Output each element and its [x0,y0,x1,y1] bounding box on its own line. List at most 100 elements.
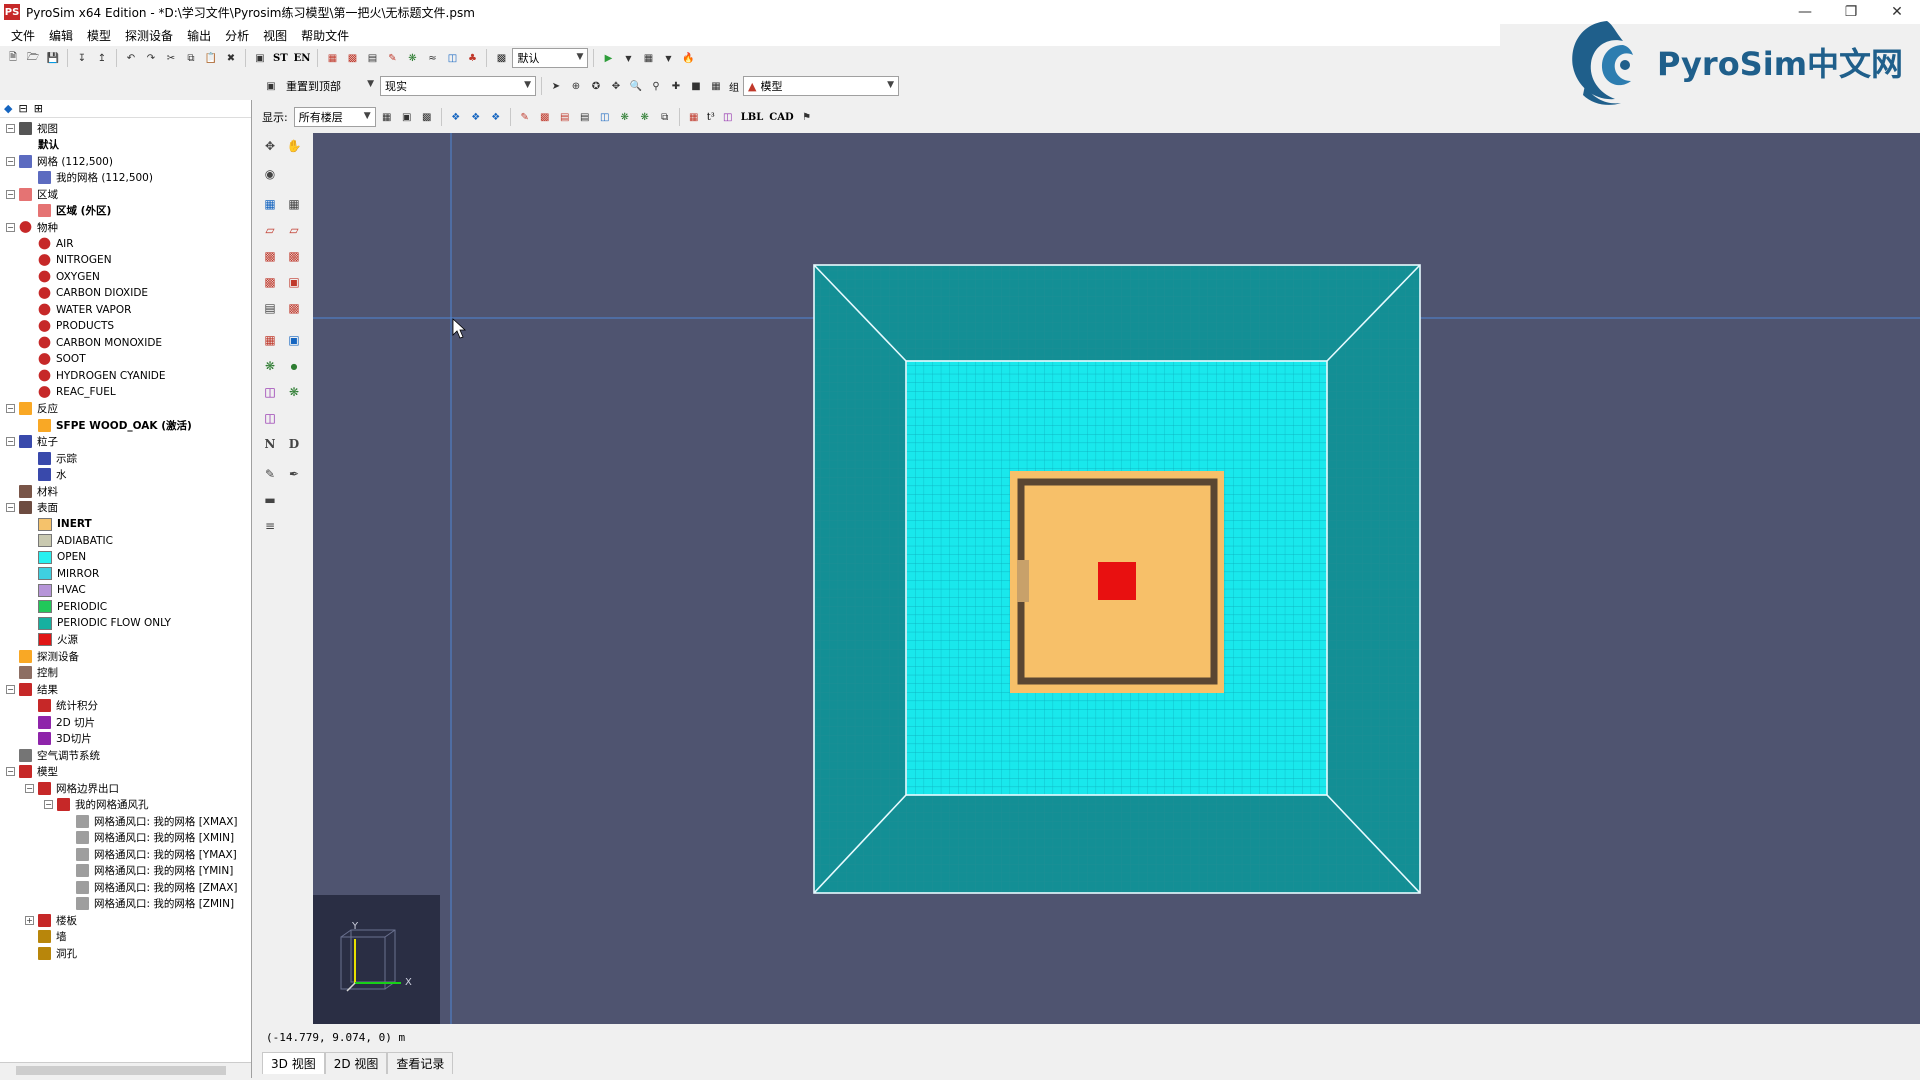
zoom-extents-icon[interactable]: ▦ [707,77,725,95]
flag-icon[interactable]: ⚑ [798,108,816,126]
menu-help[interactable]: 帮助文件 [294,27,356,44]
collapse-icon[interactable]: − [44,800,53,809]
menu-output[interactable]: 输出 [180,27,218,44]
grid-draw-icon[interactable]: ▦ [284,194,304,214]
show-solid-icon[interactable]: ▩ [418,108,436,126]
ruler-icon[interactable]: ▬ [260,490,280,510]
tree-item[interactable]: 墙 [25,929,67,945]
model-canvas[interactable] [313,133,1920,1024]
show-rooms-icon[interactable]: ▤ [576,108,594,126]
units-icon[interactable]: ▣ [251,49,269,67]
hole-tool-icon[interactable]: ▤ [363,49,381,67]
cut-icon[interactable]: ✂ [162,49,180,67]
tree-item[interactable]: 统计积分 [25,698,98,714]
room-draw-icon[interactable]: ▣ [284,272,304,292]
select-pointer-icon[interactable]: ➤ [547,77,565,95]
si-units-button[interactable]: ST [271,49,290,67]
door-tool-icon[interactable]: D [284,434,304,454]
fire-draw-icon[interactable]: ❋ [284,382,304,402]
tree-item[interactable]: − 我的网格通风孔 [44,797,149,813]
render-mode-combo[interactable]: 现实 ▼ [380,76,536,96]
tree-item[interactable]: − 表面 [6,500,58,516]
show-smooth-icon[interactable]: ❖ [447,108,465,126]
show-labels-button[interactable]: LBL [739,108,766,126]
show-particles-icon[interactable]: ❋ [636,108,654,126]
show-textures-icon[interactable]: ❖ [467,108,485,126]
show-obstructions-icon[interactable]: ▩ [536,108,554,126]
show-devices-icon[interactable]: ❋ [616,108,634,126]
scrollbar-thumb[interactable] [16,1066,226,1075]
paste-icon[interactable]: 📋 [202,49,220,67]
tree-item[interactable]: MIRROR [25,566,99,582]
collapse-icon[interactable]: − [25,783,34,793]
run-dropdown-icon[interactable]: ▼ [619,49,637,67]
collapse-icon[interactable]: − [6,404,15,413]
collapse-icon[interactable]: − [6,503,15,512]
smokeview-icon[interactable]: 🔥 [679,49,697,67]
tree-item[interactable]: 控制 [6,665,58,681]
show-vents-icon[interactable]: ✎ [516,108,534,126]
save-icon[interactable]: 💾 [44,49,62,67]
orbit-icon[interactable]: ⊕ [567,77,585,95]
tree-item[interactable]: 空气调节系统 [6,747,100,763]
delete-icon[interactable]: ✖ [222,49,240,67]
results-dropdown-icon[interactable]: ▼ [659,49,677,67]
tree-item[interactable]: PERIODIC FLOW ONLY [25,615,171,631]
mesh-tool-icon[interactable]: ▦ [323,49,341,67]
particle-draw-icon[interactable]: ❋ [260,356,280,376]
block-fill-icon[interactable]: ▩ [284,246,304,266]
undo-icon[interactable]: ↶ [122,49,140,67]
tree-item[interactable]: 探测设备 [6,648,79,664]
tree-item[interactable]: PERIODIC [25,599,107,615]
collapse-icon[interactable]: − [6,123,15,133]
tree-item[interactable]: HYDROGEN CYANIDE [25,368,166,384]
tree-item[interactable]: AIR [25,236,74,252]
tree-item[interactable]: − 区域 [6,186,58,202]
tree-item[interactable]: HVAC [25,582,86,598]
tree-item[interactable]: NITROGEN [25,252,112,268]
tree-item[interactable]: 我的网格 (112,500) [25,170,153,186]
tree-item[interactable]: 网格通风口: 我的网格 [XMIN] [63,830,234,846]
vent-tool-icon[interactable]: ✎ [383,49,401,67]
tree-item[interactable]: 网格通风口: 我的网格 [YMIN] [63,863,233,879]
vent-draw-icon[interactable]: ▦ [260,330,280,350]
tree-item[interactable]: REAC_FUEL [25,384,116,400]
slice-draw-icon[interactable]: ◫ [260,382,280,402]
open-folder-icon[interactable]: 🗁 [24,49,42,67]
tree-item[interactable]: 网格通风口: 我的网格 [ZMAX] [63,879,238,895]
group-button[interactable]: 组 [727,77,741,95]
tree-item[interactable]: WATER VAPOR [25,302,131,318]
tree-item[interactable]: 水 [25,467,67,483]
tab-3d-view[interactable]: 3D 视图 [262,1052,325,1074]
slice-plane-icon[interactable]: ◫ [260,408,280,428]
obstruction-tool-icon[interactable]: ▩ [343,49,361,67]
orbit-tool-icon[interactable]: ✥ [260,136,280,156]
copy-icon[interactable]: ⧉ [182,49,200,67]
redo-icon[interactable]: ↷ [142,49,160,67]
show-hvac-icon[interactable]: ⧉ [656,108,674,126]
tree-item[interactable]: SOOT [25,351,86,367]
eyedropper-icon[interactable]: ✒ [284,464,304,484]
tree-item[interactable]: − 粒子 [6,434,58,450]
tree-item[interactable]: 区域 (外区) [25,203,111,219]
reset-view-icon[interactable]: ▣ [262,77,280,95]
show-outline-icon[interactable]: ▣ [398,108,416,126]
show-cad-button[interactable]: CAD [767,108,795,126]
collapse-icon[interactable]: − [6,222,15,232]
show-slices-icon[interactable]: ◫ [596,108,614,126]
control-tool-icon[interactable]: ♣ [463,49,481,67]
device-tool-icon[interactable]: ≈ [423,49,441,67]
paint-tool-icon[interactable]: ✎ [260,464,280,484]
zoom-box-icon[interactable]: ⚲ [647,77,665,95]
tree-item[interactable]: OPEN [25,549,86,565]
english-units-button[interactable]: EN [292,49,313,67]
tree-item[interactable]: − 模型 [6,764,58,780]
collapse-icon[interactable]: − [6,156,15,166]
zoom-icon[interactable]: 🔍 [627,77,645,95]
slab-draw-icon[interactable]: ▱ [260,220,280,240]
tree-item[interactable]: 默认 [25,137,59,153]
pan-tool-icon[interactable]: ✋ [284,136,304,156]
show-mesh-icon[interactable]: ▦ [378,108,396,126]
import-icon[interactable]: ↧ [73,49,91,67]
hole-draw-icon[interactable]: ▤ [260,298,280,318]
